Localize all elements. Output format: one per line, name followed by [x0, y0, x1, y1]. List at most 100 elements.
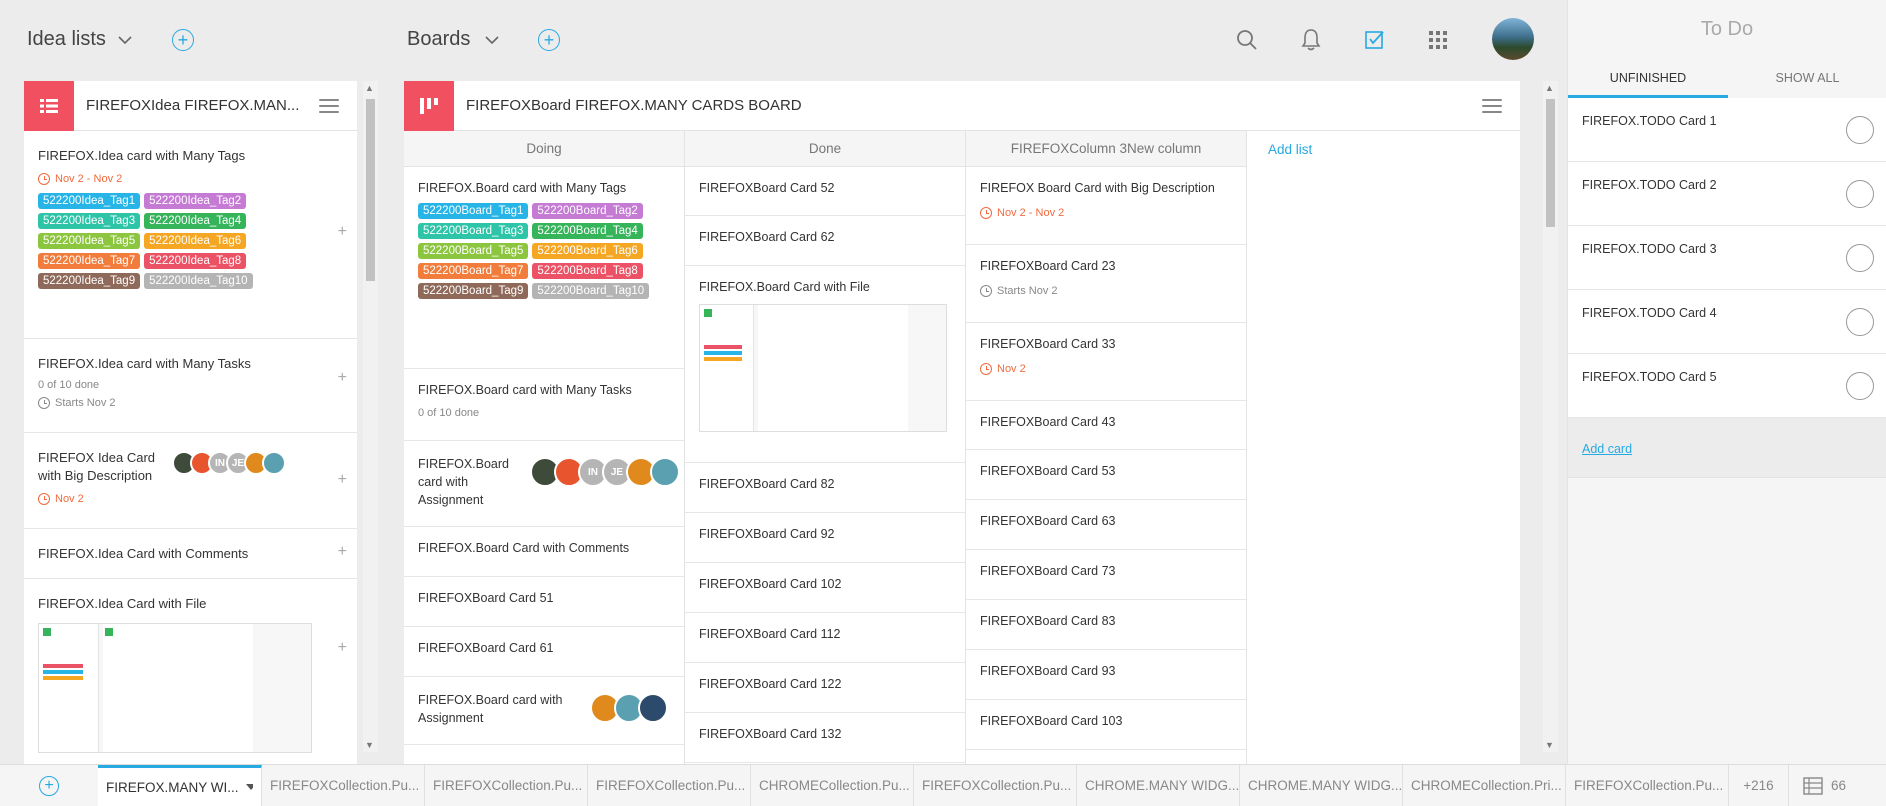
tab-show-all[interactable]: SHOW ALL — [1728, 68, 1886, 98]
board-card[interactable]: FIREFOXBoard Card 83 — [966, 600, 1246, 650]
scroll-down-icon[interactable]: ▼ — [365, 740, 374, 750]
board-card[interactable]: FIREFOXBoard Card 63 — [966, 500, 1246, 550]
board-card-assignment[interactable]: FIREFOX.Board card with Assignment IN JE — [404, 441, 684, 527]
board-card[interactable]: FIREFOXBoard Card 102 — [685, 563, 965, 613]
file-preview-thumbnail[interactable] — [38, 623, 312, 753]
todo-complete-toggle[interactable] — [1846, 372, 1874, 400]
scroll-up-icon[interactable]: ▲ — [365, 83, 374, 93]
board-card[interactable]: FIREFOXBoard Card 53 — [966, 450, 1246, 500]
boards-label[interactable]: Boards — [407, 28, 470, 51]
todo-complete-toggle[interactable] — [1846, 308, 1874, 336]
board-card[interactable]: FIREFOXBoard Card 33 Nov 2 — [966, 323, 1246, 401]
bottom-tab[interactable]: CHROMECollection.Pu... — [751, 764, 914, 806]
todo-item[interactable]: FIREFOX.TODO Card 5 — [1568, 354, 1886, 418]
board-card[interactable]: FIREFOXBoard Card 93 — [966, 650, 1246, 700]
chevron-down-icon[interactable] — [245, 783, 253, 791]
add-tab-icon[interactable]: + — [39, 775, 59, 796]
clock-icon — [38, 493, 50, 505]
tag-label: 522200Idea_Tag2 — [144, 193, 247, 209]
bottom-tab[interactable]: FIREFOXCollection.Pu... — [914, 764, 1077, 806]
board-card[interactable]: FIREFOXBoard Card 51 — [404, 577, 684, 627]
tag-label: 522200Board_Tag2 — [532, 203, 643, 219]
board-card-many-tags[interactable]: FIREFOX.Board card with Many Tags 522200… — [404, 167, 684, 369]
scroll-down-icon[interactable]: ▼ — [1545, 740, 1554, 750]
boards-chevron-down-icon[interactable] — [485, 35, 499, 45]
scrollbar-thumb[interactable] — [366, 99, 375, 281]
apps-grid-icon[interactable] — [1428, 30, 1448, 50]
todo-item-label: FIREFOX.TODO Card 3 — [1582, 242, 1717, 256]
bottom-tab-bar: + FIREFOX.MANY WI... FIREFOXCollection.P… — [0, 764, 1886, 806]
board-card[interactable]: FIREFOXBoard Card 82 — [685, 463, 965, 513]
idea-card-add-icon[interactable]: + — [338, 471, 347, 489]
board-card[interactable]: FIREFOXBoard Card 43 — [966, 401, 1246, 450]
idea-lists-label[interactable]: Idea lists — [27, 28, 106, 51]
add-tab-button[interactable]: + — [0, 765, 98, 806]
idea-panel-menu-icon[interactable] — [319, 98, 339, 113]
board-card[interactable]: FIREFOXBoard Card 103 — [966, 700, 1246, 750]
board-card[interactable]: FIREFOXBoard Card 62 — [685, 216, 965, 266]
add-list-link[interactable]: Add list — [1268, 142, 1312, 157]
bottom-tab[interactable]: FIREFOXCollection.Pu... — [425, 764, 588, 806]
idea-card-big-description[interactable]: FIREFOX Idea Card with Big Description N… — [24, 433, 357, 529]
board-card-comments[interactable]: FIREFOX.Board Card with Comments — [404, 527, 684, 577]
board-card[interactable]: FIREFOXBoard Card 122 — [685, 663, 965, 713]
board-card[interactable]: FIREFOXBoard Card 23 Starts Nov 2 — [966, 245, 1246, 323]
todo-item[interactable]: FIREFOX.TODO Card 1 — [1568, 98, 1886, 162]
scrollbar-thumb[interactable] — [1546, 99, 1555, 227]
add-board-button[interactable]: + — [538, 29, 560, 51]
idea-panel-scrollbar[interactable]: ▲ ▼ — [363, 81, 378, 752]
add-card-link[interactable]: Add card — [1582, 442, 1632, 456]
board-panel-menu-icon[interactable] — [1482, 98, 1502, 113]
bell-icon[interactable] — [1300, 28, 1322, 52]
todo-item[interactable]: FIREFOX.TODO Card 3 — [1568, 226, 1886, 290]
board-card-file[interactable]: FIREFOX.Board Card with File — [685, 266, 965, 463]
board-panel-scrollbar[interactable]: ▲ ▼ — [1543, 81, 1558, 752]
idea-card-file[interactable]: FIREFOX.Idea Card with File + — [24, 579, 357, 764]
add-idea-list-button[interactable]: + — [172, 29, 194, 51]
idea-panel-title: FIREFOXIdea FIREFOX.MAN... — [86, 97, 300, 114]
board-card[interactable]: FIREFOXBoard Card 92 — [685, 513, 965, 563]
bottom-tab-active[interactable]: FIREFOX.MANY WI... — [98, 764, 262, 806]
bottom-tab[interactable]: FIREFOXCollection.Pu... — [262, 764, 425, 806]
search-icon[interactable] — [1236, 29, 1258, 51]
idea-lists-chevron-down-icon[interactable] — [118, 35, 132, 45]
idea-card-many-tasks[interactable]: FIREFOX.Idea card with Many Tasks 0 of 1… — [24, 339, 357, 433]
board-card[interactable]: FIREFOXBoard Card 132 — [685, 713, 965, 763]
more-tabs-button[interactable]: +216 — [1729, 764, 1789, 806]
idea-list-panel: FIREFOXIdea FIREFOX.MAN... FIREFOX.Idea … — [24, 81, 357, 764]
bottom-tab[interactable]: FIREFOXCollection.Pu... — [1566, 764, 1729, 806]
board-card-assignment[interactable]: FIREFOX.Board card with Assignment — [404, 677, 684, 745]
bottom-tab[interactable]: CHROMECollection.Pri... — [1403, 764, 1566, 806]
todo-complete-toggle[interactable] — [1846, 180, 1874, 208]
todo-complete-toggle[interactable] — [1846, 244, 1874, 272]
user-avatar[interactable] — [1492, 18, 1534, 60]
todo-complete-toggle[interactable] — [1846, 116, 1874, 144]
idea-card-add-icon[interactable]: + — [338, 543, 347, 561]
board-card-big-description[interactable]: FIREFOX Board Card with Big Description … — [966, 167, 1246, 245]
board-card-many-tasks[interactable]: FIREFOX.Board card with Many Tasks 0 of … — [404, 369, 684, 441]
tab-label: CHROMECollection.Pu... — [759, 778, 910, 793]
todo-item[interactable]: FIREFOX.TODO Card 4 — [1568, 290, 1886, 354]
idea-card-add-icon[interactable]: + — [338, 223, 347, 241]
todo-item[interactable]: FIREFOX.TODO Card 2 — [1568, 162, 1886, 226]
idea-card-add-icon[interactable]: + — [338, 369, 347, 387]
board-card-title: FIREFOX.Board card with Assignment — [418, 693, 563, 725]
bottom-tab[interactable]: CHROME.MANY WIDG... — [1240, 764, 1403, 806]
idea-card-add-icon[interactable]: + — [338, 639, 347, 657]
bottom-tab[interactable]: CHROME.MANY WIDG... — [1077, 764, 1240, 806]
board-panel-header: FIREFOXBoard FIREFOX.MANY CARDS BOARD — [404, 81, 1520, 131]
widget-counter[interactable]: 66 — [1789, 776, 1846, 795]
board-card[interactable]: FIREFOXBoard Card 112 — [685, 613, 965, 663]
board-card[interactable]: FIREFOXBoard Card 61 — [404, 627, 684, 677]
board-card[interactable]: FIREFOXBoard Card 73 — [966, 550, 1246, 600]
board-card[interactable]: FIREFOXBoard Card 52 — [685, 167, 965, 216]
file-preview-thumbnail[interactable] — [699, 304, 947, 432]
tab-unfinished[interactable]: UNFINISHED — [1568, 68, 1728, 98]
scroll-up-icon[interactable]: ▲ — [1545, 83, 1554, 93]
todo-checkbox-icon[interactable] — [1364, 29, 1386, 51]
column-header: FIREFOXColumn 3New column — [966, 131, 1246, 167]
bottom-tab[interactable]: FIREFOXCollection.Pu... — [588, 764, 751, 806]
idea-card-comments[interactable]: FIREFOX.Idea Card with Comments + — [24, 529, 357, 579]
idea-card-many-tags[interactable]: FIREFOX.Idea card with Many Tags Nov 2 -… — [24, 131, 357, 339]
tab-label: FIREFOXCollection.Pu... — [270, 778, 420, 793]
